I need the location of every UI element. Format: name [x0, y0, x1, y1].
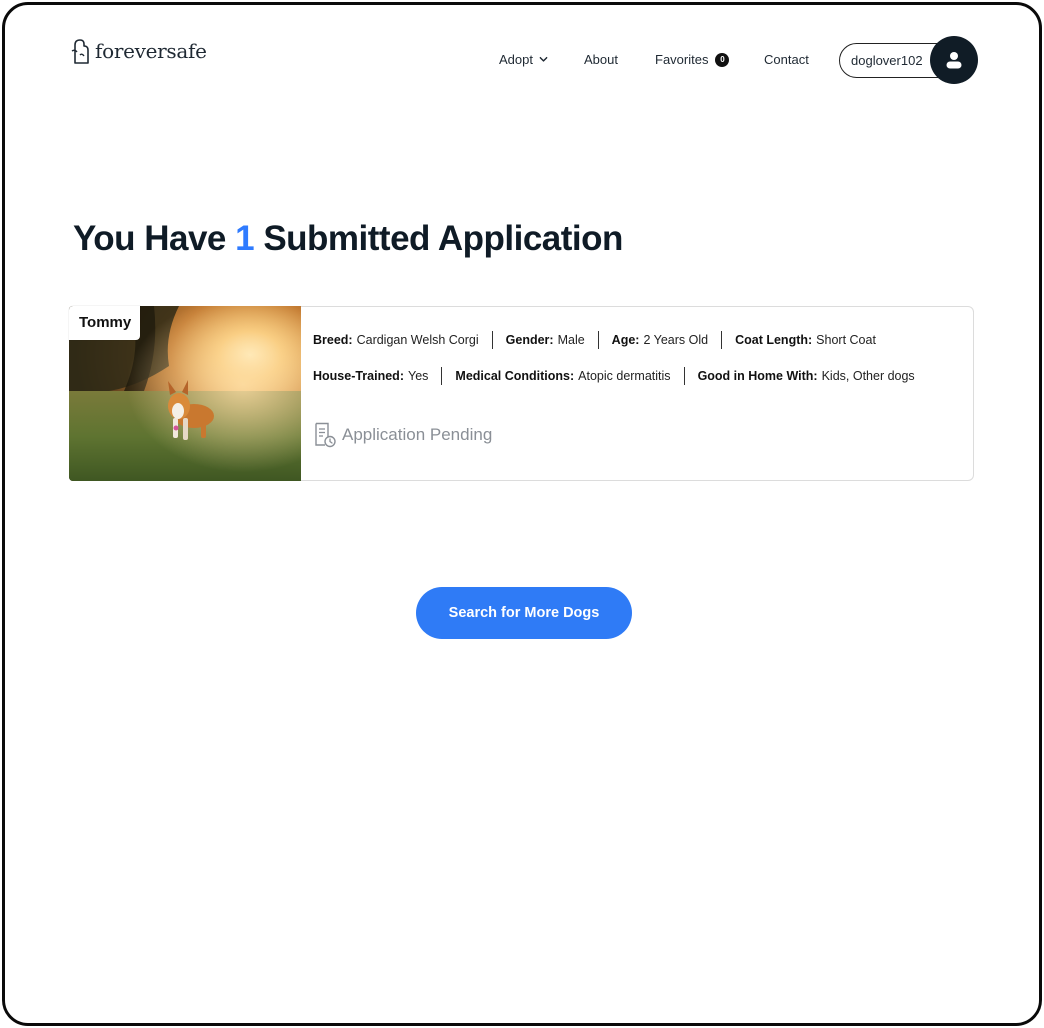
- attr-breed: Breed: Cardigan Welsh Corgi: [313, 333, 479, 347]
- application-details: Breed: Cardigan Welsh Corgi Gender: Male A…: [301, 306, 974, 481]
- page-title: You Have 1 Submitted Application: [73, 219, 623, 259]
- app-window: foreversafe Adopt About Favorites 0 Cont…: [2, 2, 1042, 1026]
- divider: [491, 331, 493, 349]
- attributes-row-2: House-Trained: Yes Medical Conditions: Ato…: [313, 367, 915, 385]
- brand-name: foreversafe: [95, 39, 207, 63]
- attr-value: Yes: [408, 369, 429, 383]
- search-more-dogs-button[interactable]: Search for More Dogs: [416, 587, 632, 639]
- divider: [683, 367, 685, 385]
- attr-value: Kids, Other dogs: [821, 369, 915, 383]
- title-suffix: Submitted Application: [254, 219, 623, 258]
- title-prefix: You Have: [73, 219, 236, 258]
- chevron-down-icon: [539, 56, 548, 62]
- divider: [597, 331, 599, 349]
- user-icon: [946, 52, 962, 69]
- attr-label: House-Trained:: [313, 369, 404, 383]
- attr-label: Good in Home With:: [697, 369, 818, 383]
- attr-house-trained: House-Trained: Yes: [313, 369, 428, 383]
- attr-value: Cardigan Welsh Corgi: [356, 333, 479, 347]
- application-status: Application Pending: [313, 422, 492, 448]
- attr-value: Atopic dermatitis: [578, 369, 671, 383]
- attr-coat-length: Coat Length: Short Coat: [735, 333, 876, 347]
- attr-label: Age:: [611, 333, 640, 347]
- avatar[interactable]: [930, 36, 978, 84]
- nav-contact-label: Contact: [764, 52, 809, 67]
- attr-good-in-home-with: Good in Home With: Kids, Other dogs: [698, 369, 915, 383]
- attr-value: Short Coat: [816, 333, 876, 347]
- nav-contact[interactable]: Contact: [764, 52, 809, 67]
- attributes-row-1: Breed: Cardigan Welsh Corgi Gender: Male A…: [313, 331, 876, 349]
- nav-favorites[interactable]: Favorites 0: [655, 52, 730, 67]
- favorites-count-badge: 0: [715, 52, 730, 67]
- attr-label: Gender:: [505, 333, 554, 347]
- brand-logo[interactable]: foreversafe: [69, 37, 207, 65]
- nav-adopt[interactable]: Adopt: [499, 52, 548, 67]
- attr-label: Medical Conditions:: [455, 369, 575, 383]
- nav-about[interactable]: About: [584, 52, 618, 67]
- attr-gender: Gender: Male: [506, 333, 585, 347]
- nav-about-label: About: [584, 52, 618, 67]
- nav-adopt-label: Adopt: [499, 52, 533, 67]
- attr-age: Age: 2 Years Old: [612, 333, 708, 347]
- application-count: 1: [235, 219, 255, 258]
- status-label: Application Pending: [342, 425, 493, 444]
- attr-label: Coat Length:: [735, 333, 813, 347]
- attr-label: Breed:: [313, 333, 353, 347]
- dog-name-tag: Tommy: [69, 306, 140, 340]
- document-clock-icon: [315, 422, 336, 448]
- username-label: doglover102: [851, 53, 923, 68]
- attr-value: 2 Years Old: [643, 333, 709, 347]
- attr-medical-conditions: Medical Conditions: Atopic dermatitis: [455, 369, 670, 383]
- nav-favorites-label: Favorites: [655, 52, 709, 67]
- logo-mark-icon: [71, 39, 89, 64]
- divider: [721, 331, 723, 349]
- divider: [441, 367, 443, 385]
- attr-value: Male: [557, 333, 585, 347]
